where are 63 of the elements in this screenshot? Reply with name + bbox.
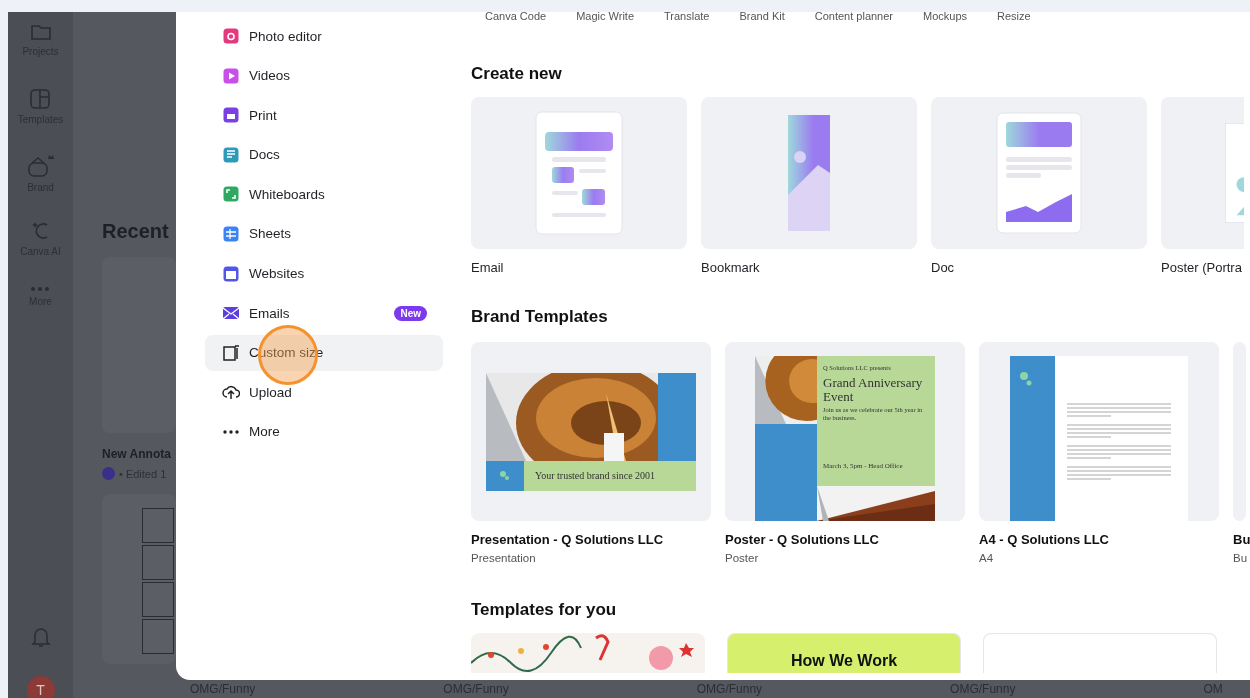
- avatar[interactable]: T: [26, 676, 55, 698]
- design-type-card[interactable]: [471, 97, 687, 249]
- tool-label[interactable]: Magic Write: [576, 12, 635, 20]
- template-title[interactable]: Presentation - Q Solutions LLC: [471, 532, 711, 547]
- template-type: Poster: [725, 552, 760, 564]
- bell-icon[interactable]: [30, 626, 51, 648]
- photo-icon: [222, 27, 240, 45]
- more-icon[interactable]: [30, 286, 51, 292]
- menu-item[interactable]: Whiteboards: [205, 176, 443, 213]
- template-type: Bu: [1233, 552, 1246, 564]
- sheets-icon: [222, 224, 240, 243]
- design-type-label[interactable]: Bookmark: [701, 260, 917, 275]
- edit-icon: [102, 467, 115, 480]
- template-type: A4: [979, 552, 995, 564]
- template-card[interactable]: Your trusted brand since 2001: [471, 342, 711, 521]
- design-type-label[interactable]: Email: [471, 260, 687, 275]
- leaf-logo-icon: [1018, 370, 1034, 388]
- section-heading: Recent: [102, 220, 169, 243]
- custom-icon: [222, 343, 240, 362]
- section-heading: Brand Templates: [471, 307, 609, 327]
- upload-icon: [222, 383, 240, 402]
- menu-item[interactable]: Upload: [205, 374, 443, 411]
- design-thumbnail[interactable]: [102, 257, 176, 433]
- tool-label[interactable]: Resize: [997, 12, 1031, 20]
- design-type-card[interactable]: [701, 97, 917, 249]
- menu-item[interactable]: Print: [205, 97, 443, 134]
- poster-title: Grand Anniversary Event: [823, 376, 924, 404]
- template-card[interactable]: [979, 342, 1219, 521]
- brand-icon[interactable]: [25, 154, 56, 178]
- template-type: Presentation: [471, 552, 537, 564]
- menu-item[interactable]: Sheets: [205, 215, 443, 252]
- websites-icon: [222, 264, 240, 283]
- whiteboard-icon: [222, 185, 240, 204]
- folder-icon[interactable]: [29, 22, 52, 42]
- menu-item[interactable]: More: [205, 413, 443, 450]
- design-type-label[interactable]: Doc: [931, 260, 1147, 275]
- design-thumbnail[interactable]: [102, 494, 176, 664]
- template-card[interactable]: How We Work: [727, 633, 961, 673]
- slide-text: Your trusted brand since 2001: [524, 460, 696, 491]
- leaf-logo-icon: [498, 468, 512, 483]
- section-heading: Templates for you: [471, 600, 618, 620]
- new-badge: New: [394, 305, 427, 321]
- template-title[interactable]: Poster - Q Solutions LLC: [725, 532, 965, 547]
- tool-label[interactable]: Translate: [664, 12, 710, 20]
- tool-label[interactable]: Content planner: [814, 12, 893, 20]
- menu-item[interactable]: Photo editor: [205, 18, 443, 54]
- menu-item[interactable]: Docs: [205, 136, 443, 173]
- docs-icon: [222, 145, 240, 164]
- section-heading: Create new: [471, 64, 563, 84]
- templates-icon[interactable]: [29, 88, 52, 110]
- template-heading: How We Work: [790, 652, 898, 670]
- video-icon: [222, 66, 240, 85]
- menu-item[interactable]: Emails New: [205, 295, 443, 332]
- print-icon: [222, 106, 240, 125]
- more-icon: [223, 429, 239, 434]
- design-type-card[interactable]: [931, 97, 1147, 249]
- tool-label[interactable]: Mockups: [923, 12, 968, 20]
- menu-item[interactable]: Videos: [205, 57, 443, 94]
- tool-label[interactable]: Brand Kit: [739, 12, 785, 20]
- menu-item[interactable]: Websites: [205, 255, 443, 292]
- template-title[interactable]: A4 - Q Solutions LLC: [979, 532, 1219, 547]
- design-type-label[interactable]: Poster (Portra: [1161, 260, 1244, 275]
- tool-label[interactable]: Canva Code: [485, 12, 547, 20]
